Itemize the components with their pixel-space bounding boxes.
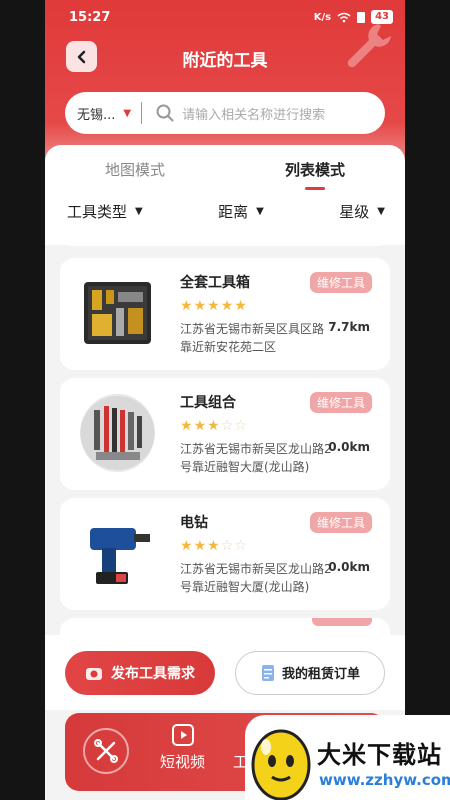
tool-list[interactable]: 全套工具箱 维修工具 ★★★★★ 江苏省无锡市新吴区具区路靠近新安花苑二区 7.… [45, 240, 405, 635]
tool-address: 江苏省无锡市新吴区龙山路2号靠近融智大厦(龙山路) [180, 442, 332, 474]
star-filled-icon: ★ [234, 298, 248, 314]
star-empty-icon: ☆ [234, 538, 248, 554]
category-badge-partial [312, 618, 372, 626]
mode-tabs-card: 地图模式 列表模式 工具类型 ▼ 距离 ▼ 星级 ▼ [45, 145, 405, 245]
category-badge: 维修工具 [309, 392, 372, 413]
tool-address: 江苏省无锡市新吴区龙山路2号靠近融智大厦(龙山路) [180, 562, 332, 594]
search-divider [141, 102, 143, 124]
watermark-url: www.zzhyw.com [319, 771, 450, 789]
my-orders-button[interactable]: 我的租赁订单 [235, 650, 385, 695]
filter-tool-type[interactable]: 工具类型 ▼ [67, 201, 143, 222]
triangle-down-icon: ▼ [256, 206, 264, 217]
watermark: 大米下载站 www.zzhyw.com [245, 715, 450, 800]
list-item[interactable] [60, 618, 390, 635]
network-speed: K/s [313, 11, 332, 23]
triangle-down-icon: ▼ [135, 206, 143, 217]
filter-label: 距离 [218, 203, 249, 221]
star-filled-icon: ★ [220, 298, 235, 314]
caret-down-icon: ▼ [123, 107, 132, 119]
star-filled-icon: ★ [180, 418, 194, 434]
city-label: 无锡... [77, 107, 116, 123]
filter-rating[interactable]: 星级 ▼ [339, 201, 385, 222]
play-video-icon [171, 724, 194, 746]
filter-bar: 工具类型 ▼ 距离 ▼ 星级 ▼ [45, 193, 405, 222]
document-icon [261, 664, 274, 681]
tool-distance: 0.0km [328, 560, 370, 574]
publish-demand-label: 发布工具需求 [111, 665, 195, 682]
star-empty-icon: ☆ [234, 418, 248, 434]
star-filled-icon: ★ [193, 298, 208, 314]
toolbox-image [84, 282, 151, 344]
list-item[interactable]: 电钻 维修工具 ★★★☆☆ 江苏省无锡市新吴区龙山路2号靠近融智大厦(龙山路) … [60, 498, 390, 610]
wrench-cross-icon [94, 739, 118, 763]
drill-image [90, 528, 150, 584]
star-empty-icon: ☆ [220, 418, 235, 434]
category-badge: 维修工具 [309, 512, 372, 533]
star-empty-icon: ☆ [220, 538, 235, 554]
tool-set-image [80, 394, 155, 472]
tool-distance: 0.0km [328, 440, 370, 454]
search-icon [156, 104, 174, 122]
tool-name: 工具组合 [180, 395, 236, 411]
action-bar: 发布工具需求 我的租赁订单 [45, 635, 405, 710]
filter-label: 星级 [339, 203, 370, 221]
search-input[interactable]: 请输入相关名称进行搜索 [182, 104, 325, 123]
tab-map-mode[interactable]: 地图模式 [45, 159, 225, 180]
list-item[interactable]: 工具组合 维修工具 ★★★☆☆ 江苏省无锡市新吴区龙山路2号靠近融智大厦(龙山路… [60, 378, 390, 490]
list-item[interactable]: 全套工具箱 维修工具 ★★★★★ 江苏省无锡市新吴区具区路靠近新安花苑二区 7.… [60, 258, 390, 370]
city-selector[interactable]: 无锡... ▼ [77, 104, 131, 123]
tab-list-mode[interactable]: 列表模式 [225, 159, 405, 190]
list-item-partial [60, 240, 390, 246]
wrench-decoration-icon [347, 24, 391, 68]
my-orders-label: 我的租赁订单 [281, 667, 360, 682]
tool-name: 全套工具箱 [180, 275, 250, 291]
rating-stars: ★★★☆☆ [180, 538, 248, 554]
publish-demand-button[interactable]: 发布工具需求 [65, 650, 215, 695]
filter-label: 工具类型 [67, 203, 128, 221]
rating-stars: ★★★★★ [180, 298, 248, 314]
rating-stars: ★★★☆☆ [180, 418, 248, 434]
mode-tabs: 地图模式 列表模式 [45, 145, 405, 193]
category-badge: 维修工具 [309, 272, 372, 293]
egg-mascot-logo [251, 729, 311, 800]
app-screen: 15:27 K/s 43 附近的工具 无锡... ▼ 请输入相关名称进行搜索 地… [45, 0, 405, 800]
star-filled-icon: ★ [180, 298, 194, 314]
screen-edge-right [405, 0, 450, 800]
tool-address: 江苏省无锡市新吴区具区路靠近新安花苑二区 [180, 322, 325, 354]
tools-nav-button[interactable] [83, 728, 129, 774]
star-filled-icon: ★ [207, 298, 221, 314]
screen-edge-left [0, 0, 45, 800]
star-filled-icon: ★ [193, 538, 208, 554]
nav-short-video[interactable]: 短视频 [160, 723, 205, 772]
nav-short-video-label: 短视频 [160, 753, 206, 771]
star-filled-icon: ★ [207, 418, 221, 434]
filter-distance[interactable]: 距离 ▼ [218, 201, 264, 222]
status-time: 15:27 [69, 9, 111, 25]
star-filled-icon: ★ [180, 538, 194, 554]
star-filled-icon: ★ [193, 418, 208, 434]
camera-icon [86, 667, 102, 680]
tool-name: 电钻 [180, 515, 208, 531]
watermark-title: 大米下载站 [317, 741, 442, 769]
star-filled-icon: ★ [207, 538, 221, 554]
triangle-down-icon: ▼ [377, 206, 385, 217]
search-bar: 无锡... ▼ 请输入相关名称进行搜索 [65, 92, 385, 134]
tool-distance: 7.7km [328, 320, 370, 334]
